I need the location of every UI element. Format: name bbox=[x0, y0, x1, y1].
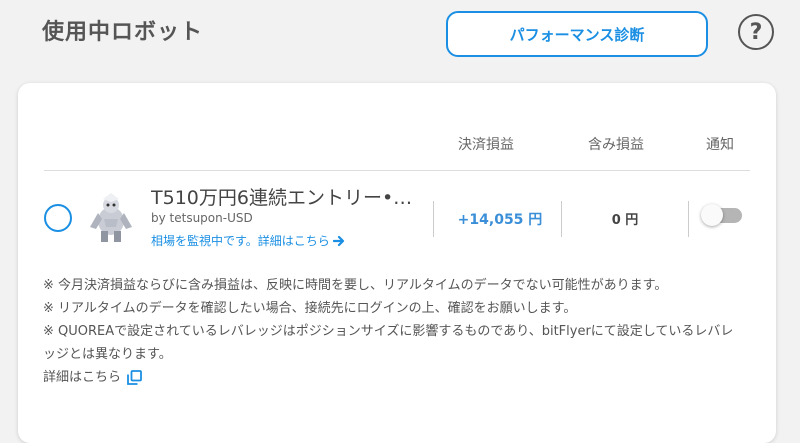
settled-pnl-value: +14,055 円 bbox=[457, 212, 543, 228]
note-line: ※ リアルタイムのデータを確認したい場合、接続先にログインの上、確認をお願いしま… bbox=[43, 301, 577, 316]
column-separator bbox=[433, 201, 434, 237]
help-icon[interactable]: ? bbox=[738, 14, 774, 50]
robot-icon bbox=[90, 193, 132, 242]
performance-diagnosis-button[interactable]: パフォーマンス診断 bbox=[446, 11, 708, 57]
robot-card: 決済損益 含み損益 通知 T510万円6連続エントリー•… by tetsupo… bbox=[18, 83, 776, 443]
notification-toggle[interactable] bbox=[701, 204, 742, 226]
page-title: 使用中ロボット bbox=[42, 20, 204, 45]
robot-select-radio[interactable] bbox=[44, 204, 72, 232]
column-header-unrealized-pnl: 含み損益 bbox=[588, 137, 644, 153]
header-divider bbox=[44, 170, 750, 171]
monitoring-details-label: 相場を監視中です。詳細はこちら bbox=[151, 234, 330, 248]
toggle-knob bbox=[701, 204, 723, 226]
note-line: ※ QUOREAで設定されているレバレッジはポジションサイズに影響するものであり… bbox=[43, 324, 734, 362]
details-link[interactable]: 詳細はこちら bbox=[43, 366, 743, 389]
robot-name: T510万円6連続エントリー•… bbox=[151, 187, 413, 209]
note-line: ※ 今月決済損益ならびに含み損益は、反映に時間を要し、リアルタイムのデータでない… bbox=[43, 278, 668, 293]
column-header-notification: 通知 bbox=[706, 137, 734, 153]
arrow-right-icon bbox=[332, 235, 344, 246]
column-header-settled-pnl: 決済損益 bbox=[458, 137, 514, 153]
unrealized-pnl-value: 0 円 bbox=[611, 213, 639, 228]
robot-author: by tetsupon-USD bbox=[151, 211, 253, 225]
details-link-label: 詳細はこちら bbox=[43, 370, 122, 385]
column-separator bbox=[561, 201, 562, 237]
column-separator bbox=[688, 201, 689, 237]
monitoring-details-link[interactable]: 相場を監視中です。詳細はこちら bbox=[151, 232, 345, 249]
external-link-icon bbox=[127, 370, 142, 385]
notes-section: ※ 今月決済損益ならびに含み損益は、反映に時間を要し、リアルタイムのデータでない… bbox=[43, 274, 743, 389]
